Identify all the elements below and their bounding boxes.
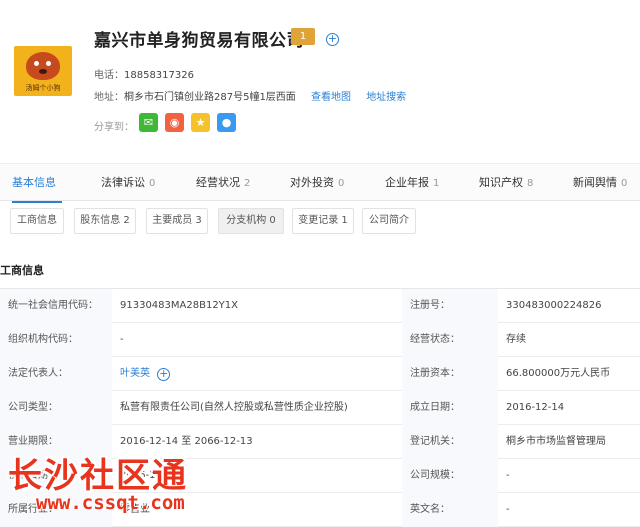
wechat-icon[interactable]: ✉	[139, 113, 158, 132]
address-search-link[interactable]: 地址搜索	[366, 92, 406, 103]
row-value: 存续	[506, 334, 526, 345]
sub-tabs: 工商信息 股东信息 2 主要成员 3 分支机构 0 变更记录 1 公司简介	[0, 208, 640, 234]
phone-line: 电话：18858317326	[94, 66, 194, 81]
tab-ip[interactable]: 知识产权 8	[479, 164, 533, 202]
row-label: 经营状态：	[402, 323, 498, 357]
row-label: 公司类型：	[0, 391, 112, 425]
row-label: 核准日期：	[0, 459, 112, 493]
table-row: 组织机构代码： - 经营状态： 存续	[0, 323, 640, 357]
tab-operations[interactable]: 经营状况 2	[196, 164, 250, 202]
address-value: 桐乡市石门镇创业路287号5幢1层西面	[124, 92, 296, 103]
tab-basic-info[interactable]: 基本信息	[12, 164, 62, 203]
address-line: 地址：桐乡市石门镇创业路287号5幢1层西面 查看地图 地址搜索	[94, 88, 406, 103]
company-header: 汤姆个小狗 嘉兴市单身狗贸易有限公司 1 + 电话：18858317326 地址…	[0, 0, 640, 150]
row-value: 2016-12-14	[506, 402, 565, 413]
phone-value: 18858317326	[124, 70, 194, 81]
row-value: 私营有限责任公司(自然人控股或私营性质企业控股)	[120, 402, 348, 413]
qq-icon[interactable]: ●	[217, 113, 236, 132]
row-value: 桐乡市市场监督管理局	[506, 436, 606, 447]
row-value: -	[120, 334, 124, 345]
row-value: -	[506, 504, 510, 515]
row-label: 法定代表人：	[0, 357, 112, 391]
table-row: 法定代表人： 叶美英 + 注册资本： 66.800000万元人民币	[0, 357, 640, 391]
subtab-members[interactable]: 主要成员 3	[146, 208, 208, 234]
star-icon[interactable]: ★	[191, 113, 210, 132]
row-label: 注册号：	[402, 289, 498, 323]
section-title: 工商信息	[0, 264, 44, 277]
row-value: 91330483MA28B12Y1X	[120, 300, 238, 311]
tab-news[interactable]: 新闻舆情 0	[573, 164, 627, 202]
view-map-link[interactable]: 查看地图	[311, 92, 351, 103]
row-value: 零售业	[120, 504, 150, 515]
row-label: 组织机构代码：	[0, 323, 112, 357]
row-label: 公司规模：	[402, 459, 498, 493]
business-info-table: 统一社会信用代码： 91330483MA28B12Y1X 注册号： 330483…	[0, 288, 640, 527]
company-badge[interactable]: 1	[291, 28, 315, 45]
row-value: 66.800000万元人民币	[506, 368, 611, 379]
dog-icon	[26, 52, 60, 80]
tab-litigation[interactable]: 法律诉讼 0	[101, 164, 155, 202]
row-label: 注册资本：	[402, 357, 498, 391]
address-label: 地址：	[94, 92, 124, 103]
tab-annual-report[interactable]: 企业年报 1	[385, 164, 439, 202]
weibo-icon[interactable]: ◉	[165, 113, 184, 132]
company-name: 嘉兴市单身狗贸易有限公司	[94, 31, 304, 51]
row-label: 营业期限：	[0, 425, 112, 459]
tab-investments[interactable]: 对外投资 0	[290, 164, 344, 202]
logo-text: 汤姆个小狗	[25, 84, 61, 92]
share-label: 分享到：	[94, 122, 134, 133]
row-label: 英文名：	[402, 493, 498, 527]
subtab-branches[interactable]: 分支机构 0	[218, 208, 284, 234]
table-row: 统一社会信用代码： 91330483MA28B12Y1X 注册号： 330483…	[0, 289, 640, 323]
subtab-shareholders[interactable]: 股东信息 2	[74, 208, 136, 234]
row-value: -	[506, 470, 510, 481]
table-row: 公司类型： 私营有限责任公司(自然人控股或私营性质企业控股) 成立日期： 201…	[0, 391, 640, 425]
table-row: 营业期限： 2016-12-14 至 2066-12-13 登记机关： 桐乡市市…	[0, 425, 640, 459]
subtab-changes[interactable]: 变更记录 1	[292, 208, 354, 234]
main-tabs: 基本信息 法律诉讼 0 经营状况 2 对外投资 0 企业年报 1 知识产权 8 新闻舆情 0	[0, 163, 640, 203]
row-label: 成立日期：	[402, 391, 498, 425]
row-value: 2016-12-14	[120, 470, 179, 481]
legal-rep-cell: 叶美英 +	[112, 357, 402, 391]
row-value: 2016-12-14 至 2066-12-13	[120, 436, 253, 447]
legal-rep-plus-icon[interactable]: +	[157, 368, 171, 381]
company-logo: 汤姆个小狗	[14, 46, 72, 96]
row-label: 登记机关：	[402, 425, 498, 459]
phone-label: 电话：	[94, 70, 124, 81]
subtab-business-info[interactable]: 工商信息	[10, 208, 64, 234]
row-label: 统一社会信用代码：	[0, 289, 112, 323]
legal-rep-link[interactable]: 叶美英	[120, 368, 150, 379]
row-label: 所属行业：	[0, 493, 112, 527]
follow-plus-icon[interactable]: +	[326, 33, 339, 46]
table-row: 所属行业： 零售业 英文名： -	[0, 493, 640, 527]
subtab-profile[interactable]: 公司简介	[362, 208, 416, 234]
table-row: 核准日期： 2016-12-14 公司规模： -	[0, 459, 640, 493]
row-value: 330483000224826	[506, 300, 602, 311]
